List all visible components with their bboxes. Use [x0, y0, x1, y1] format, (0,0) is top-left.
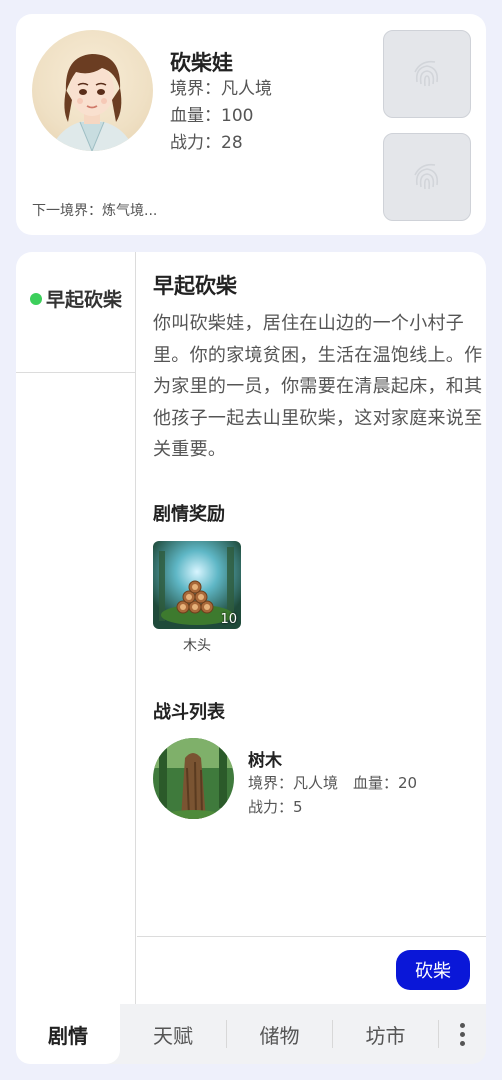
enemy-name: 树木	[248, 751, 282, 771]
battle-section-title: 战斗列表	[153, 702, 225, 723]
chapter-label: 早起砍柴	[30, 286, 126, 314]
enemy-power: 战力：5	[248, 798, 303, 816]
chapter-item-early-woodcutting[interactable]: 早起砍柴	[16, 252, 136, 373]
chapter-sidebar: 早起砍柴	[16, 252, 136, 1004]
rewards-section-title: 剧情奖励	[153, 504, 225, 525]
equipment-slot-1[interactable]	[383, 30, 471, 118]
player-avatar[interactable]	[32, 30, 153, 151]
tab-storage[interactable]: 储物	[227, 1004, 332, 1064]
nav-divider	[438, 1020, 439, 1048]
chop-wood-button[interactable]: 砍柴	[396, 950, 470, 990]
reward-name: 木头	[183, 638, 211, 654]
bottom-nav: 剧情 天赋 储物 坊市	[16, 1004, 486, 1064]
tab-story[interactable]: 剧情	[16, 1004, 120, 1064]
player-name: 砍柴娃	[170, 51, 233, 75]
story-text: 你叫砍柴娃，居住在山边的一个小村子里。你的家境贫困，生活在温饱线上。作为家里的一…	[153, 313, 483, 460]
reward-quantity: 10	[220, 612, 237, 627]
reward-item[interactable]: 10 木头	[153, 541, 241, 655]
status-dot-icon	[30, 293, 42, 305]
tab-talent[interactable]: 天赋	[120, 1004, 226, 1064]
next-realm-label: 下一境界：炼气境...	[32, 203, 158, 219]
more-menu-icon[interactable]	[446, 1004, 478, 1064]
fingerprint-icon	[414, 163, 439, 190]
tree-icon	[153, 738, 234, 819]
fingerprint-icon	[414, 60, 439, 87]
story-panel: 早起砍柴 早起砍柴 你叫砍柴娃，居住在山边的一个小村子里。你的家境贫困，生活在温…	[16, 252, 486, 1004]
enemy-realm-hp: 境界：凡人境 血量：20	[248, 774, 418, 792]
wood-log-icon: 10	[153, 541, 241, 629]
story-title: 早起砍柴	[153, 274, 237, 298]
action-bar: 砍柴	[137, 936, 486, 1004]
player-realm: 境界：凡人境	[170, 79, 272, 99]
equipment-slot-2[interactable]	[383, 133, 471, 221]
player-hp: 血量：100	[170, 106, 254, 126]
enemy-avatar[interactable]	[153, 738, 234, 819]
profile-card: 砍柴娃 境界：凡人境 血量：100 战力：28 下一境界：炼气境...	[16, 14, 486, 235]
tab-market[interactable]: 坊市	[333, 1004, 438, 1064]
player-power: 战力：28	[170, 133, 243, 153]
